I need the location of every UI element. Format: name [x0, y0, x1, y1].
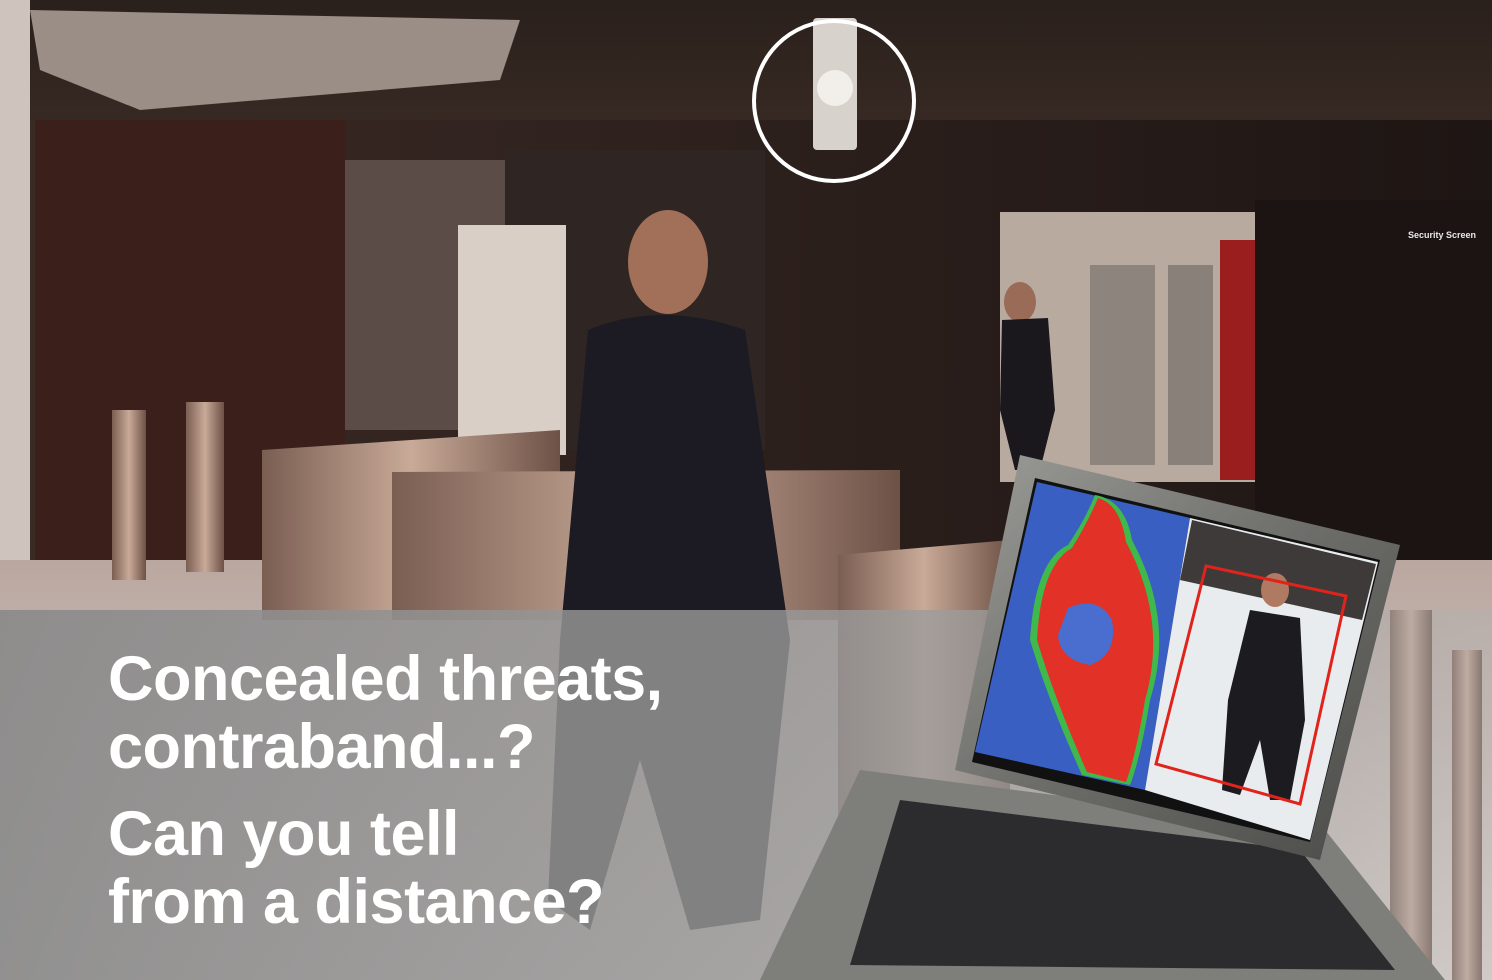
headline-line-2: contraband...?: [108, 712, 536, 782]
left-pillar: [0, 0, 30, 620]
headline-line-1: Concealed threats,: [108, 644, 663, 714]
advertisement: Security Screen Concealed threats, contr…: [0, 0, 1492, 980]
scanner-lens: [817, 70, 853, 106]
lit-panel: [458, 225, 566, 455]
headline-question-1: Concealed threats, contraband...?: [108, 645, 663, 781]
headline-line-4: from a distance?: [108, 867, 605, 937]
elevator-door-2: [1168, 265, 1213, 465]
red-wall: [1220, 240, 1260, 480]
headline-question-2: Can you tell from a distance?: [108, 799, 605, 937]
bollard-left: [112, 410, 146, 580]
elevator-door-1: [1090, 265, 1155, 465]
bollard-left-2: [186, 402, 224, 572]
headline-line-3: Can you tell: [108, 799, 460, 869]
security-screening-sign: Security Screen: [1408, 230, 1477, 240]
